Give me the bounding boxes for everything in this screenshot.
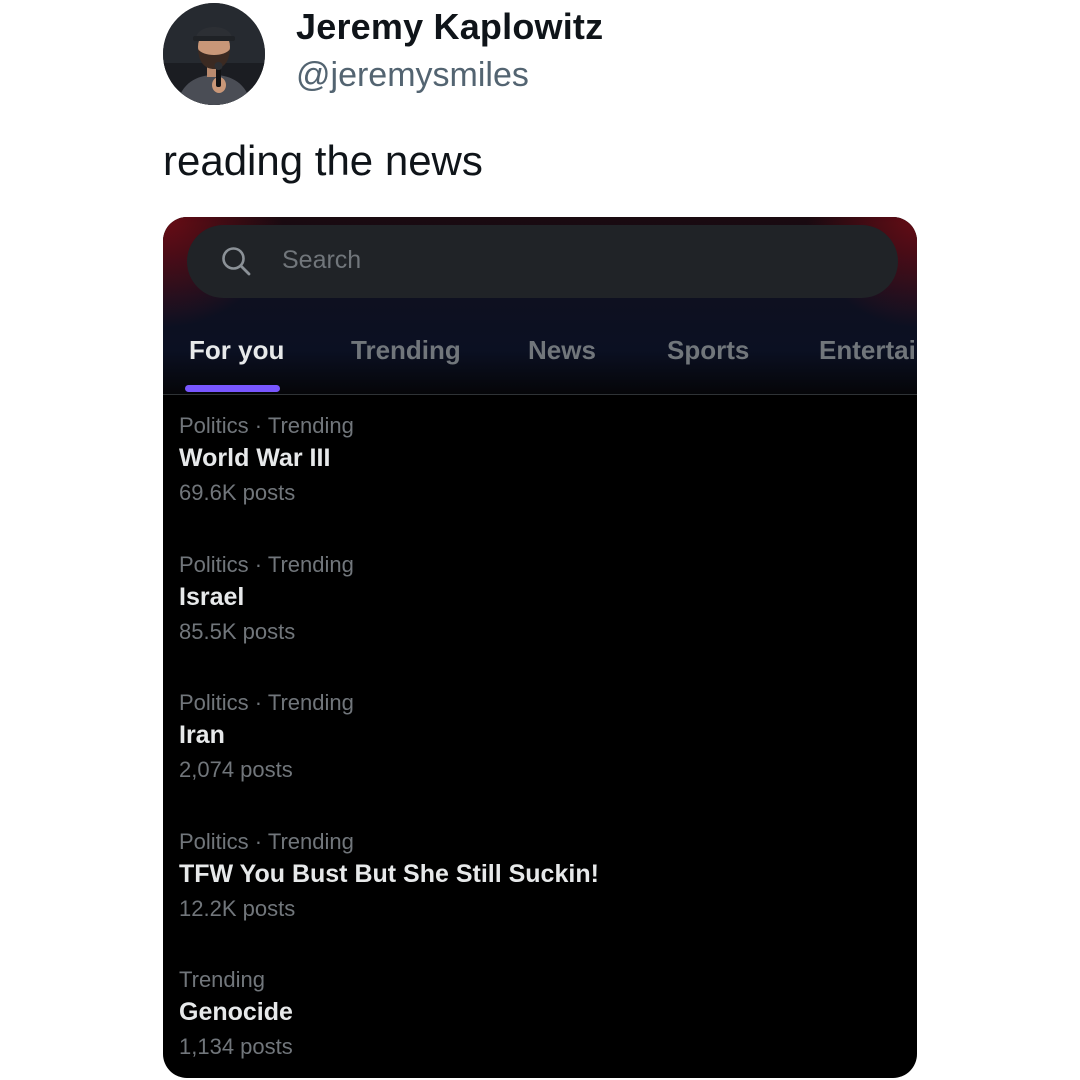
trend-post-count: 69.6K posts	[179, 480, 296, 505]
trend-post-count: 85.5K posts	[179, 619, 296, 644]
tab-for-you[interactable]: For you	[189, 335, 284, 366]
active-tab-indicator	[185, 385, 280, 392]
trend-category: Politics · Trending	[179, 552, 354, 577]
trend-title: World War III	[179, 444, 331, 472]
tab-trending[interactable]: Trending	[351, 335, 461, 366]
divider	[163, 394, 917, 395]
avatar-photo	[163, 3, 265, 105]
trend-category: Trending	[179, 967, 266, 992]
tweet-text: reading the news	[163, 137, 483, 184]
embedded-screenshot[interactable]: Search For you Trending News Sports Ente…	[163, 217, 917, 1078]
trend-category: Politics · Trending	[179, 829, 354, 854]
trend-title: Israel	[179, 583, 245, 611]
trend-title: Iran	[179, 721, 225, 749]
trend-post-count: 2,074 posts	[179, 757, 293, 782]
search-icon	[222, 247, 251, 276]
avatar[interactable]	[163, 3, 265, 105]
trend-title: TFW You Bust But She Still Suckin!	[179, 860, 599, 888]
search-input[interactable]: Search	[282, 246, 361, 275]
trend-post-count: 1,134 posts	[179, 1034, 293, 1059]
tab-sports[interactable]: Sports	[667, 335, 749, 366]
explore-header: Search For you Trending News Sports Ente…	[163, 217, 917, 395]
trend-category: Politics · Trending	[179, 413, 354, 438]
tab-entertainment[interactable]: Entertai	[819, 335, 916, 366]
author-name[interactable]: Jeremy Kaplowitz	[296, 6, 603, 48]
trend-title: Genocide	[179, 998, 293, 1026]
trend-post-count: 12.2K posts	[179, 896, 296, 921]
trend-item[interactable]: Politics · Trending Iran 2,074 posts	[179, 690, 879, 800]
trend-item[interactable]: Politics · Trending TFW You Bust But She…	[179, 829, 879, 939]
author-handle[interactable]: @jeremysmiles	[296, 56, 529, 95]
tab-news[interactable]: News	[528, 335, 596, 366]
search-bar[interactable]: Search	[187, 225, 898, 298]
trend-item[interactable]: Politics · Trending World War III 69.6K …	[179, 413, 879, 523]
trend-item[interactable]: Politics · Trending Israel 85.5K posts	[179, 552, 879, 662]
trend-category: Politics · Trending	[179, 690, 354, 715]
trend-item[interactable]: Trending Genocide 1,134 posts	[179, 967, 879, 1077]
